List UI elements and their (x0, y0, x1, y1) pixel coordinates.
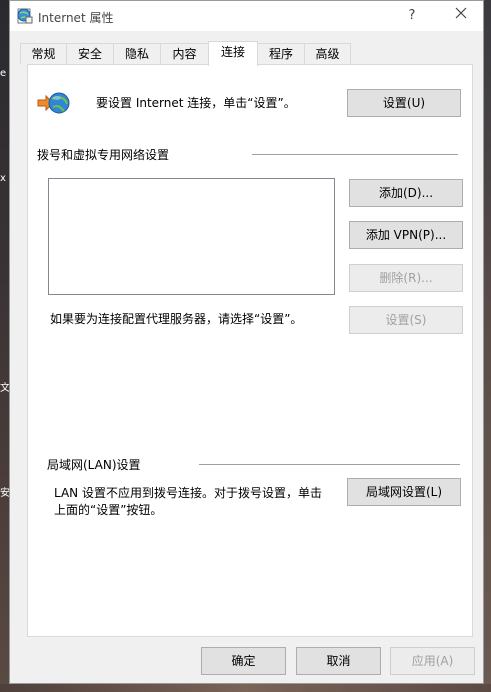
desktop-icon-label: 安 (0, 488, 10, 499)
desktop-background-right (484, 0, 491, 692)
internet-globe-icon (36, 90, 70, 116)
desktop-icon-label: 文 (0, 383, 10, 394)
setup-instructions: 要设置 Internet 连接，单击“设置”。 (96, 96, 296, 110)
setup-button[interactable]: 设置(U) (347, 89, 461, 117)
close-icon (455, 7, 467, 19)
lan-settings-button[interactable]: 局域网设置(L) (347, 478, 461, 506)
remove-connection-button[interactable]: 删除(R)... (349, 264, 463, 292)
section-divider (199, 464, 460, 465)
tab-advanced[interactable]: 高级 (304, 43, 351, 64)
internet-properties-dialog: Internet 属性 ? 常规 安全 隐私 内容 连接 程序 高级 要设置 I… (9, 0, 484, 684)
cancel-button[interactable]: 取消 (296, 647, 381, 675)
desktop-icon-label: x (0, 173, 6, 184)
title-bar[interactable]: Internet 属性 ? (10, 1, 483, 31)
lan-note-line2: 上面的“设置”按钮。 (54, 503, 163, 517)
desktop-background-left (0, 0, 9, 692)
add-connection-button[interactable]: 添加(D)... (349, 179, 463, 207)
tab-privacy[interactable]: 隐私 (113, 43, 161, 64)
tab-connections[interactable]: 连接 (208, 41, 258, 66)
connection-settings-button[interactable]: 设置(S) (349, 306, 463, 334)
connections-panel: 要设置 Internet 连接，单击“设置”。 设置(U) 拨号和虚拟专用网络设… (27, 64, 473, 637)
desktop-background-bottom (0, 684, 491, 692)
window-title: Internet 属性 (38, 11, 114, 25)
tab-content[interactable]: 内容 (160, 43, 209, 64)
help-button[interactable]: ? (402, 7, 422, 27)
close-button[interactable] (450, 6, 472, 26)
proxy-hint-text: 如果要为连接配置代理服务器，请选择“设置”。 (50, 312, 303, 326)
section-divider (252, 154, 458, 155)
lan-section-heading: 局域网(LAN)设置 (47, 458, 141, 472)
desktop-icon-label: e (0, 68, 7, 79)
apply-button[interactable]: 应用(A) (390, 647, 475, 675)
lan-note-line1: LAN 设置不应用到拨号连接。对于拨号设置，单击 (54, 486, 322, 500)
tab-general[interactable]: 常规 (20, 43, 67, 64)
add-vpn-button[interactable]: 添加 VPN(P)... (349, 221, 463, 249)
internet-options-icon (16, 7, 34, 25)
dialup-connections-list[interactable] (48, 178, 335, 295)
tab-security[interactable]: 安全 (66, 43, 114, 64)
tab-programs[interactable]: 程序 (257, 43, 305, 64)
dialup-section-heading: 拨号和虚拟专用网络设置 (37, 148, 170, 162)
ok-button[interactable]: 确定 (201, 647, 286, 675)
